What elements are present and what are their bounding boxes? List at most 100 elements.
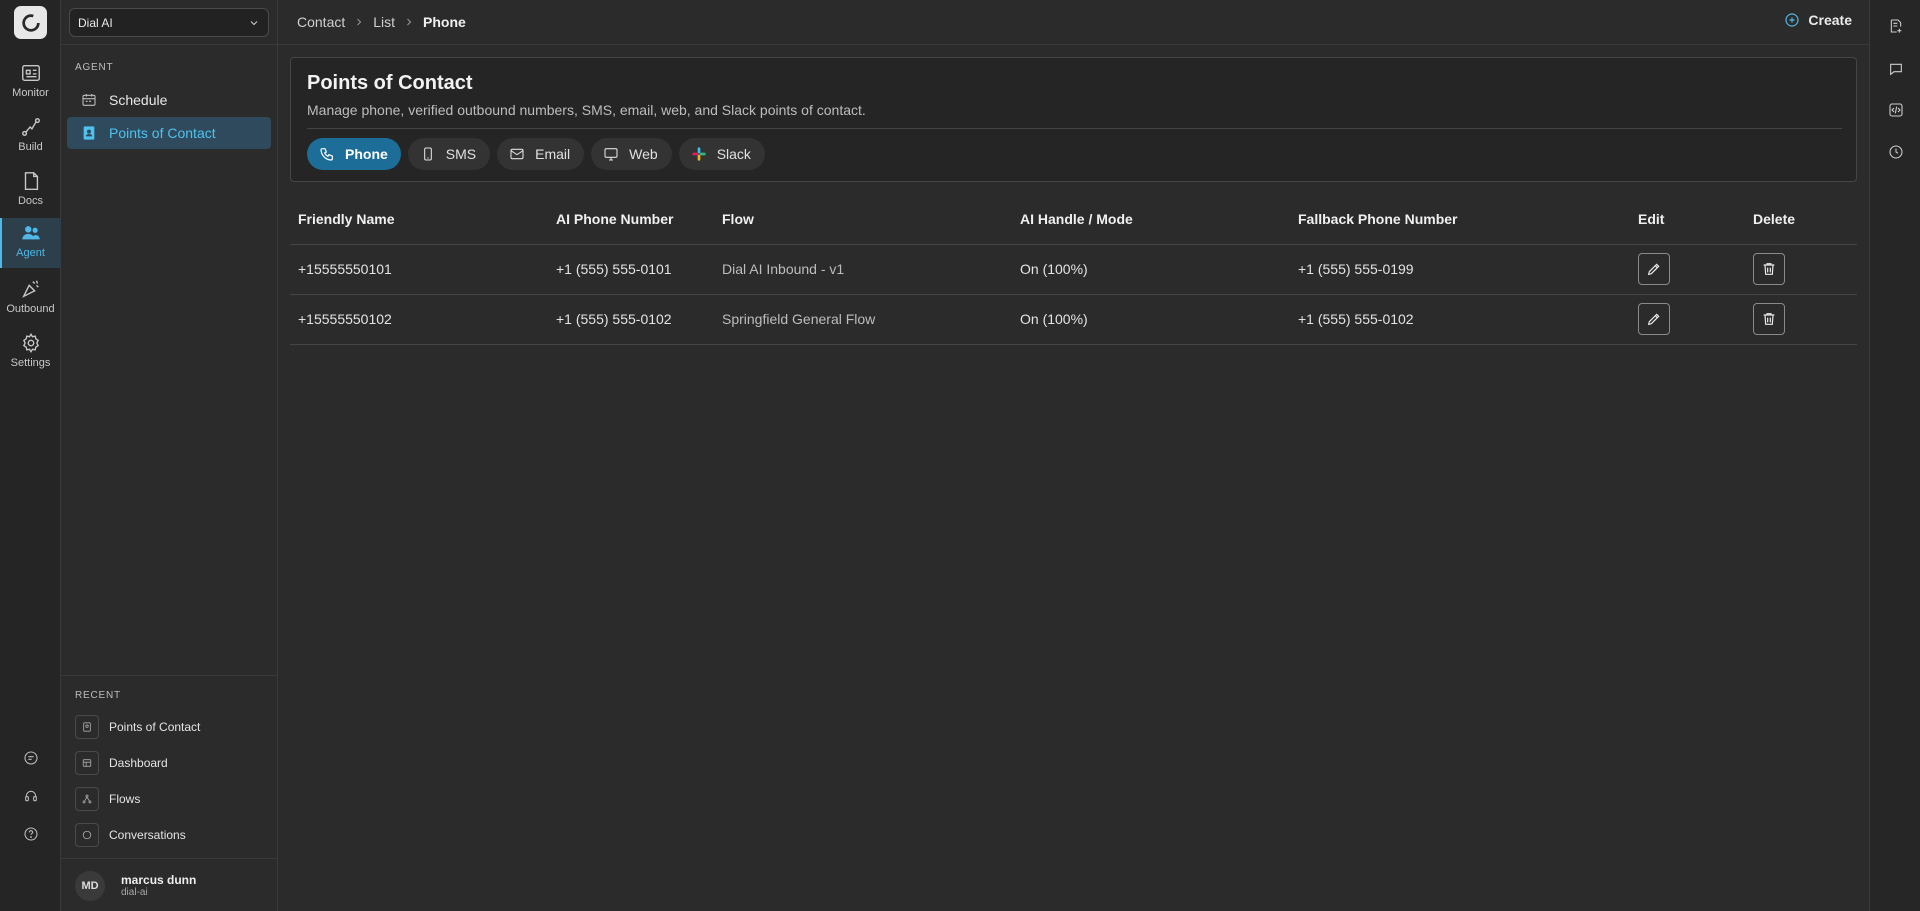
cell-flow: Dial AI Inbound - v1 <box>714 244 1012 295</box>
recent-item-label: Dashboard <box>109 756 168 770</box>
tab-phone[interactable]: Phone <box>307 138 401 170</box>
rail-item-settings[interactable]: Settings <box>0 328 61 378</box>
support-button[interactable] <box>0 781 61 811</box>
cell-ai-phone-number: +1 (555) 555-0101 <box>548 244 714 295</box>
tab-sms[interactable]: SMS <box>407 138 491 170</box>
cell-friendly-name: +15555550101 <box>290 244 548 295</box>
tab-web[interactable]: Web <box>591 138 672 170</box>
tab-email[interactable]: Email <box>497 138 585 170</box>
chevron-down-icon <box>250 20 258 25</box>
chat-icon <box>82 830 92 840</box>
flow-icon <box>82 794 92 804</box>
sidebar-item-label: Schedule <box>109 92 168 108</box>
pencil-icon <box>1647 263 1660 276</box>
help-icon <box>23 827 38 841</box>
recent-item-points-of-contact[interactable]: Points of Contact <box>75 714 200 740</box>
slack-icon <box>692 147 706 161</box>
contact-icon <box>83 722 91 732</box>
rail-label: Build <box>18 141 43 153</box>
plus-circle-icon <box>1785 13 1800 27</box>
create-button-label: Create <box>1808 12 1852 28</box>
rail-item-docs[interactable]: Docs <box>0 166 61 216</box>
cell-flow: Springfield General Flow <box>714 294 1012 345</box>
cell-ai-handle-mode: On (100%) <box>1012 294 1290 345</box>
new-doc-icon <box>1890 19 1901 33</box>
code-button[interactable] <box>1870 95 1920 125</box>
edit-button[interactable] <box>1638 303 1670 335</box>
cell-delete <box>1745 244 1857 295</box>
rail-label: Monitor <box>12 87 49 99</box>
rail-item-agent[interactable]: Agent <box>0 218 61 268</box>
cell-edit <box>1630 244 1745 295</box>
recent-item-conversations[interactable]: Conversations <box>75 822 186 848</box>
monitor-icon <box>21 64 40 82</box>
chat-icon <box>1889 63 1902 76</box>
cell-friendly-name: +15555550102 <box>290 294 548 345</box>
rail-item-monitor[interactable]: Monitor <box>0 58 61 108</box>
tab-slack[interactable]: Slack <box>678 138 765 170</box>
tab-label: SMS <box>445 146 477 162</box>
mobile-icon <box>423 147 432 161</box>
breadcrumb: Contact List Phone <box>297 14 466 30</box>
page-description: Manage phone, verified outbound numbers,… <box>307 102 866 118</box>
org-select[interactable]: Dial AI <box>69 8 269 37</box>
cell-fallback-phone-number: +1 (555) 555-0102 <box>1290 294 1630 345</box>
history-icon <box>1888 145 1903 159</box>
recent-item-label: Conversations <box>109 828 186 842</box>
column-header: AI Handle / Mode <box>1012 194 1290 245</box>
delete-button[interactable] <box>1753 303 1785 335</box>
column-header: Friendly Name <box>290 194 548 245</box>
recent-item-dashboard[interactable]: Dashboard <box>75 750 168 776</box>
tab-label: Phone <box>345 146 388 162</box>
cell-ai-phone-number: +1 (555) 555-0102 <box>548 294 714 345</box>
right-rail <box>1869 0 1920 911</box>
comments-button[interactable] <box>1870 54 1920 84</box>
create-button[interactable]: Create <box>1784 12 1852 28</box>
sidebar-item-label: Points of Contact <box>109 125 216 141</box>
edit-button[interactable] <box>1638 253 1670 285</box>
delete-button[interactable] <box>1753 253 1785 285</box>
recent-item-flows[interactable]: Flows <box>75 786 140 812</box>
rail-item-outbound[interactable]: Outbound <box>0 274 61 324</box>
rail-item-build[interactable]: Build <box>0 112 61 162</box>
agent-icon <box>21 226 40 240</box>
column-header: AI Phone Number <box>548 194 714 245</box>
recent-item-label: Flows <box>109 792 141 806</box>
recent-item-label: Points of Contact <box>109 720 201 734</box>
column-header: Edit <box>1630 194 1745 245</box>
breadcrumb-contact[interactable]: Contact <box>297 14 345 30</box>
rail-label: Outbound <box>6 303 55 315</box>
icon-rail: Monitor Build Docs Agent Outbound Settin… <box>0 0 61 911</box>
section-label-recent: RECENT <box>75 690 121 701</box>
sidebar-item-schedule[interactable]: Schedule <box>67 84 271 116</box>
history-button[interactable] <box>1870 137 1920 167</box>
table-row: +15555550102 +1 (555) 555-0102 Springfie… <box>290 294 1857 345</box>
new-doc-button[interactable] <box>1870 11 1920 41</box>
chat-button[interactable] <box>0 743 61 773</box>
cell-edit <box>1630 294 1745 345</box>
channel-tabs: Phone SMS Email Web Slack <box>307 138 772 170</box>
rail-label: Agent <box>16 247 45 259</box>
help-button[interactable] <box>0 819 61 849</box>
header-card: Points of Contact Manage phone, verified… <box>290 57 1857 182</box>
sidebar-item-points-of-contact[interactable]: Points of Contact <box>67 117 271 149</box>
cell-ai-handle-mode: On (100%) <box>1012 244 1290 295</box>
tab-label: Email <box>535 146 571 162</box>
app-logo[interactable] <box>14 6 47 39</box>
column-header: Delete <box>1745 194 1857 245</box>
breadcrumb-list[interactable]: List <box>373 14 395 30</box>
page-title: Points of Contact <box>307 72 473 94</box>
column-header: Flow <box>714 194 1012 245</box>
top-bar: Contact List Phone Create <box>278 0 1869 45</box>
chat-icon <box>23 751 38 765</box>
docs-icon <box>24 172 38 190</box>
chevron-right-icon <box>407 18 412 26</box>
table-header-row: Friendly Name AI Phone Number Flow AI Ha… <box>290 194 1857 245</box>
avatar[interactable]: MD <box>75 871 105 901</box>
headset-icon <box>24 790 37 802</box>
points-of-contact-table: Friendly Name AI Phone Number Flow AI Ha… <box>290 194 1857 345</box>
user-org: dial-ai <box>121 887 148 898</box>
breadcrumb-phone: Phone <box>423 14 466 30</box>
tab-label: Web <box>629 146 658 162</box>
rail-label: Docs <box>17 195 44 207</box>
